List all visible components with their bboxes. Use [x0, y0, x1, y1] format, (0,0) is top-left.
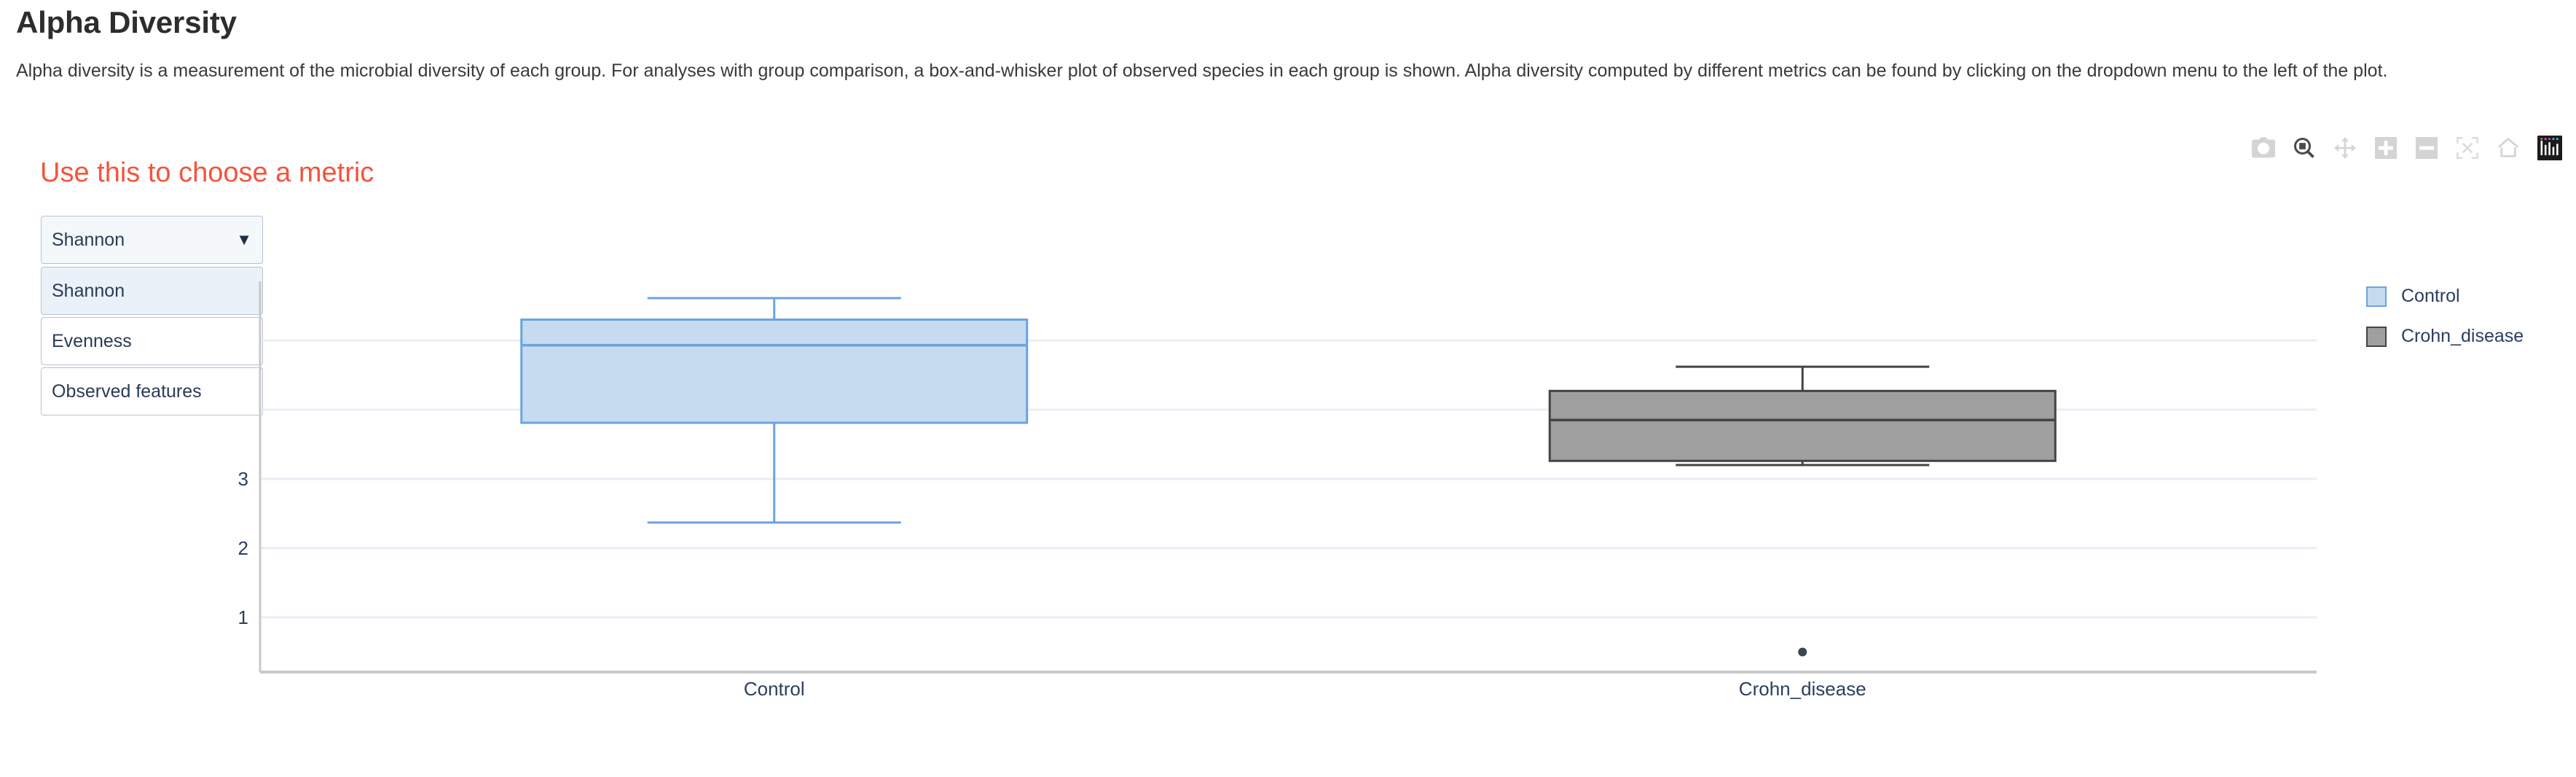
- plotly-modebar: [2251, 136, 2563, 160]
- legend-swatch-crohn-disease: [2366, 326, 2387, 347]
- alpha-diversity-boxplot: 1 2 3 Control Crohn_disease: [0, 0, 2576, 777]
- box-rect[interactable]: [1548, 389, 2057, 462]
- camera-icon[interactable]: [2251, 136, 2276, 160]
- chevron-down-icon: ▼: [236, 230, 252, 249]
- alpha-diversity-page: Alpha Diversity Alpha diversity is a mea…: [0, 0, 2576, 777]
- autoscale-icon[interactable]: [2455, 136, 2480, 160]
- zoom-out-icon[interactable]: [2414, 136, 2439, 160]
- metric-option-label: Observed features: [52, 380, 202, 402]
- legend-item-control[interactable]: Control: [2366, 286, 2524, 307]
- metric-option-observed-features[interactable]: Observed features: [41, 367, 263, 415]
- metric-dropdown: Shannon ▼ Shannon Evenness Observed feat…: [41, 216, 263, 415]
- metric-select-value: Shannon: [52, 229, 125, 250]
- legend-label: Crohn_disease: [2401, 326, 2524, 346]
- y-tick-label: 2: [238, 537, 248, 559]
- legend-label: Control: [2401, 286, 2460, 306]
- metric-option-list: Shannon Evenness Observed features: [41, 267, 263, 418]
- plot-canvas: 1 2 3 Control Crohn_disease: [238, 281, 2317, 700]
- zoom-magnifier-icon[interactable]: [2292, 136, 2317, 160]
- x-tick-label: Control: [744, 678, 805, 700]
- metric-select-trigger[interactable]: Shannon ▼: [41, 216, 263, 264]
- home-reset-icon[interactable]: [2496, 136, 2521, 160]
- legend-swatch-control: [2366, 286, 2387, 307]
- zoom-in-icon[interactable]: [2373, 136, 2398, 160]
- y-tick-label: 3: [238, 468, 248, 490]
- metric-option-shannon[interactable]: Shannon: [41, 267, 263, 315]
- x-tick-label: Crohn_disease: [1739, 678, 1866, 700]
- outlier-point[interactable]: [1798, 647, 1807, 657]
- metric-option-evenness[interactable]: Evenness: [41, 317, 263, 365]
- metric-option-label: Evenness: [52, 330, 132, 351]
- pan-arrows-icon[interactable]: [2333, 136, 2357, 160]
- y-tick-label: 1: [238, 606, 248, 628]
- page-description: Alpha diversity is a measurement of the …: [16, 60, 2388, 81]
- metric-chooser-annotation: Use this to choose a metric: [40, 157, 374, 188]
- page-title: Alpha Diversity: [16, 5, 237, 39]
- box-rect[interactable]: [520, 319, 1029, 424]
- metric-option-label: Shannon: [52, 280, 125, 301]
- plotly-logo-icon[interactable]: [2537, 136, 2563, 160]
- box-group: [1548, 365, 2057, 657]
- plot-legend: Control Crohn_disease: [2366, 286, 2524, 347]
- box-group: [520, 297, 1029, 524]
- legend-item-crohn-disease[interactable]: Crohn_disease: [2366, 326, 2524, 347]
